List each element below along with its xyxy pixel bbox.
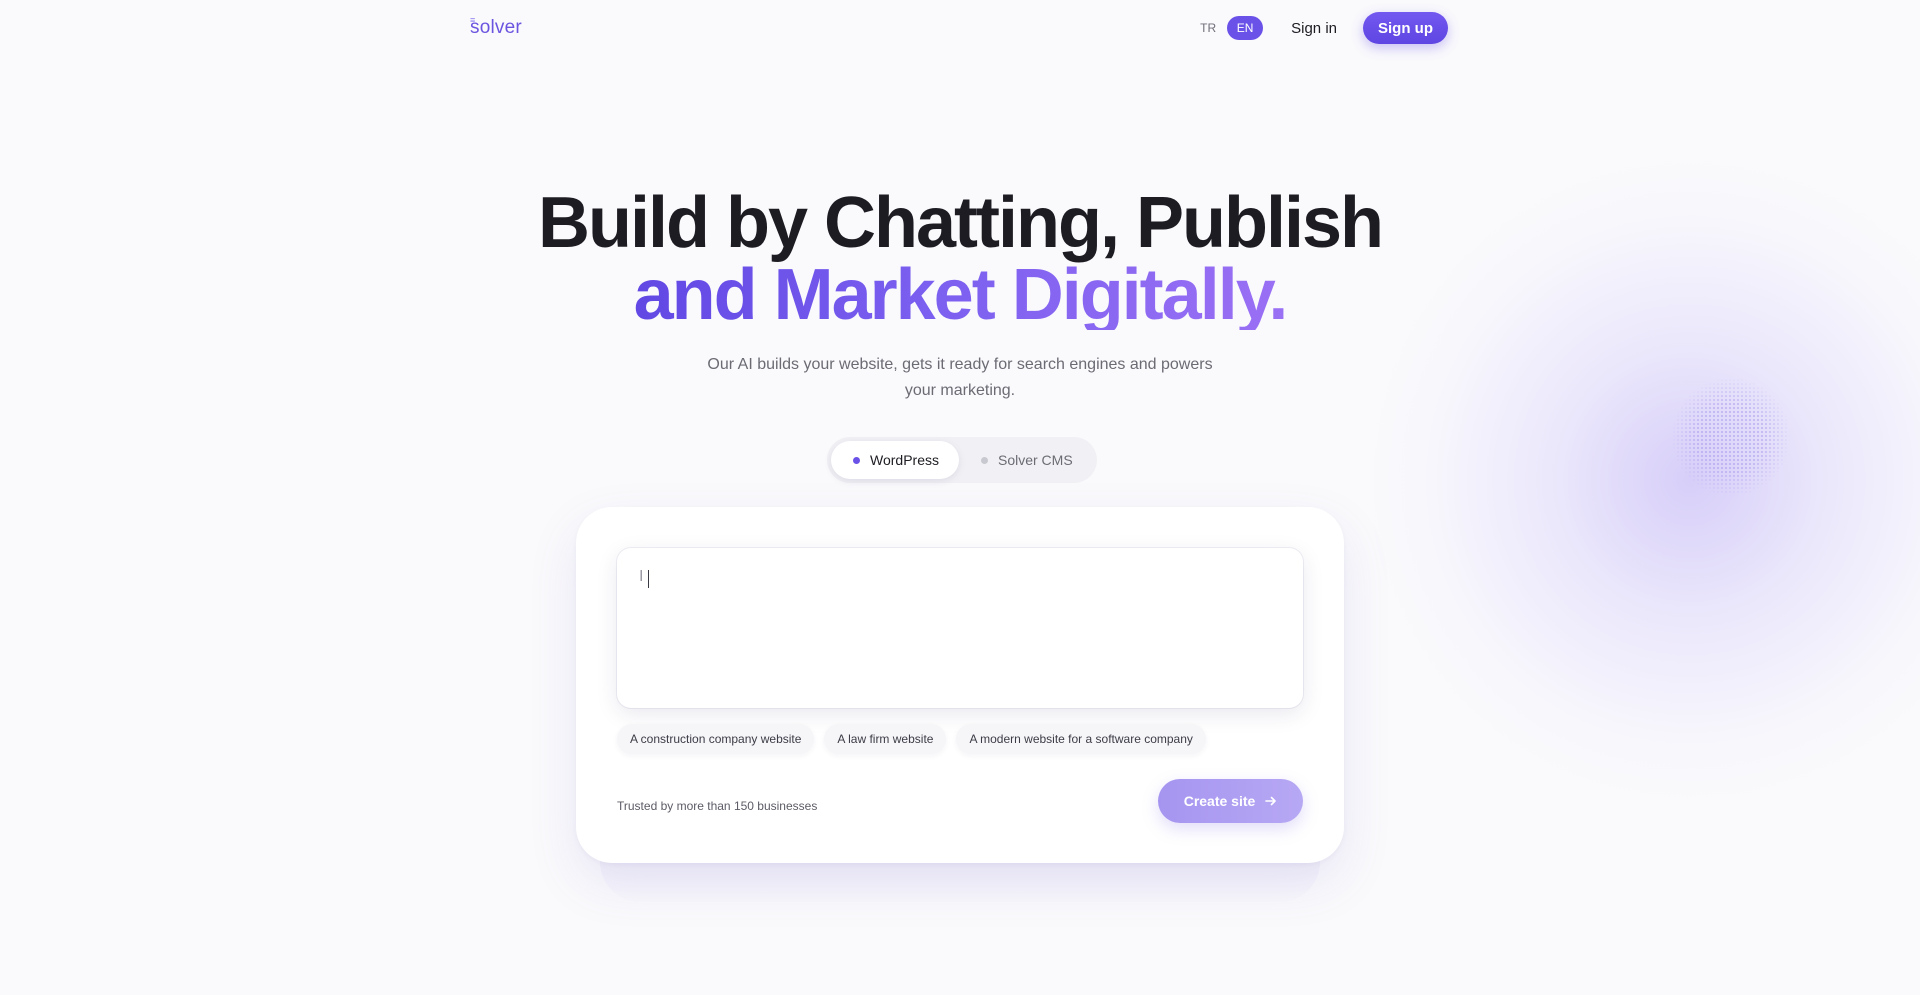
suggestion-chip-software-company[interactable]: A modern website for a software company [956, 724, 1206, 754]
background-dot-pattern [1672, 378, 1790, 496]
top-navigation: ≡ solver TR EN Sign in Sign up [470, 12, 1448, 44]
header-actions: TR EN Sign in Sign up [1193, 12, 1448, 44]
prompt-card: I A construction company website A law f… [576, 507, 1344, 863]
arrow-right-icon [1265, 795, 1277, 807]
prompt-input[interactable] [617, 548, 1303, 708]
platform-option-solver-cms[interactable]: Solver CMS [959, 441, 1093, 479]
selected-dot-icon [853, 456, 860, 464]
platform-option-wordpress[interactable]: WordPress [831, 441, 959, 479]
hero-title: Build by Chatting, Publish and Market Di… [0, 183, 1920, 335]
landing-page: ≡ solver TR EN Sign in Sign up Build by … [0, 0, 1920, 995]
language-option-en[interactable]: EN [1227, 16, 1264, 40]
platform-option-label: WordPress [870, 452, 939, 468]
sign-in-link[interactable]: Sign in [1291, 20, 1337, 37]
logo-text: solver [470, 17, 522, 38]
create-site-label: Create site [1183, 793, 1256, 809]
platform-toggle: WordPress Solver CMS [827, 437, 1097, 483]
create-site-button[interactable]: Create site [1158, 779, 1303, 823]
logo[interactable]: ≡ solver [470, 15, 522, 39]
prompt-box: I [617, 548, 1303, 708]
sign-up-button[interactable]: Sign up [1363, 12, 1448, 44]
hero-subtitle: Our AI builds your website, gets it read… [707, 356, 1213, 399]
platform-option-label: Solver CMS [997, 452, 1073, 468]
language-option-tr[interactable]: TR [1193, 16, 1223, 40]
suggestion-chip-construction[interactable]: A construction company website [617, 724, 815, 754]
suggestion-chips: A construction company website A law fir… [617, 724, 1206, 754]
trusted-by-text: Trusted by more than 150 businesses [617, 799, 818, 813]
logo-mark-icon: ≡ [470, 15, 476, 25]
text-caret [648, 570, 649, 588]
hero-title-line-2: and Market Digitally. [633, 255, 1289, 335]
hero-title-line-1: Build by Chatting, Publish [538, 183, 1384, 263]
unselected-dot-icon [980, 456, 988, 464]
language-switcher: TR EN [1193, 16, 1264, 40]
suggestion-chip-law-firm[interactable]: A law firm website [824, 724, 947, 754]
